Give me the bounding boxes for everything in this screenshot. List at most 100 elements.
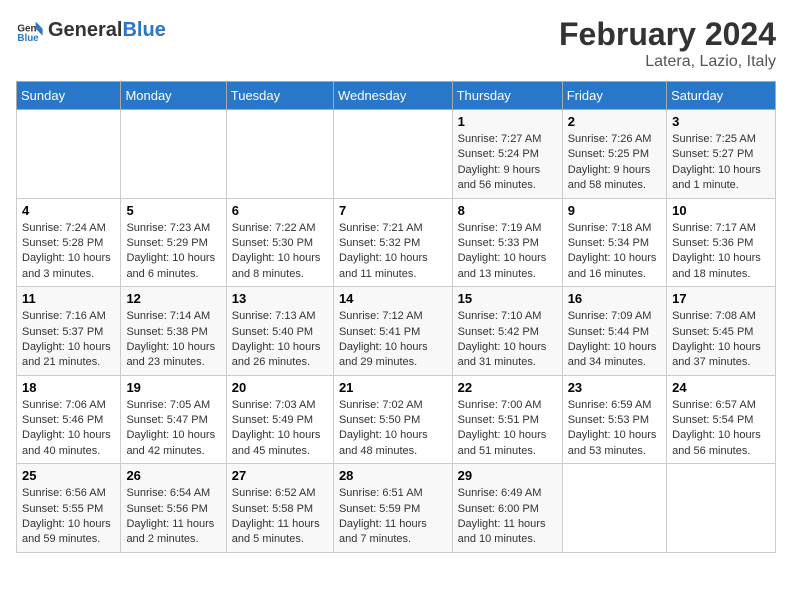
subtitle: Latera, Lazio, Italy xyxy=(559,53,776,71)
calendar-cell: 20 Sunrise: 7:03 AM Sunset: 5:49 PM Dayli… xyxy=(226,375,333,464)
day-number: 11 xyxy=(22,291,115,306)
day-header-thursday: Thursday xyxy=(452,82,562,110)
day-header-tuesday: Tuesday xyxy=(226,82,333,110)
title-area: February 2024 Latera, Lazio, Italy xyxy=(559,16,776,71)
calendar-cell: 3Sunrise: 7:25 AM Sunset: 5:27 PM Daylig… xyxy=(667,110,776,199)
calendar-cell: 5 Sunrise: 7:23 AM Sunset: 5:29 PM Daylig… xyxy=(121,198,226,287)
calendar-cell: 11 Sunrise: 7:16 AM Sunset: 5:37 PM Dayli… xyxy=(17,287,121,376)
day-info: Sunrise: 7:22 AM Sunset: 5:30 PM Dayligh… xyxy=(232,221,328,283)
day-info: Sunrise: 7:26 AM Sunset: 5:25 PM Dayligh… xyxy=(568,132,661,194)
calendar-cell: 25 Sunrise: 6:56 AM Sunset: 5:55 PM Dayli… xyxy=(17,464,121,553)
day-info: Sunrise: 7:25 AM Sunset: 5:27 PM Dayligh… xyxy=(672,132,770,194)
week-row-4: 18 Sunrise: 7:06 AM Sunset: 5:46 PM Dayli… xyxy=(17,375,776,464)
calendar-cell: 8 Sunrise: 7:19 AM Sunset: 5:33 PM Daylig… xyxy=(452,198,562,287)
day-info: Sunrise: 7:21 AM Sunset: 5:32 PM Dayligh… xyxy=(339,221,447,283)
calendar-cell: 17Sunrise: 7:08 AM Sunset: 5:45 PM Dayli… xyxy=(667,287,776,376)
day-number: 19 xyxy=(126,380,220,395)
calendar-cell: 1Sunrise: 7:27 AM Sunset: 5:24 PM Daylig… xyxy=(452,110,562,199)
calendar-cell xyxy=(333,110,452,199)
calendar-cell xyxy=(667,464,776,553)
day-number: 12 xyxy=(126,291,220,306)
day-info: Sunrise: 6:59 AM Sunset: 5:53 PM Dayligh… xyxy=(568,398,661,460)
calendar-cell: 18 Sunrise: 7:06 AM Sunset: 5:46 PM Dayli… xyxy=(17,375,121,464)
day-info: Sunrise: 6:57 AM Sunset: 5:54 PM Dayligh… xyxy=(672,398,770,460)
day-header-saturday: Saturday xyxy=(667,82,776,110)
day-info: Sunrise: 7:12 AM Sunset: 5:41 PM Dayligh… xyxy=(339,309,447,371)
day-info: Sunrise: 7:19 AM Sunset: 5:33 PM Dayligh… xyxy=(458,221,557,283)
day-number: 18 xyxy=(22,380,115,395)
day-number: 22 xyxy=(458,380,557,395)
calendar-cell: 6 Sunrise: 7:22 AM Sunset: 5:30 PM Daylig… xyxy=(226,198,333,287)
day-number: 7 xyxy=(339,203,447,218)
day-number: 21 xyxy=(339,380,447,395)
day-number: 10 xyxy=(672,203,770,218)
day-header-friday: Friday xyxy=(562,82,666,110)
calendar-cell: 27 Sunrise: 6:52 AM Sunset: 5:58 PM Dayli… xyxy=(226,464,333,553)
day-number: 29 xyxy=(458,468,557,483)
calendar-cell: 12 Sunrise: 7:14 AM Sunset: 5:38 PM Dayli… xyxy=(121,287,226,376)
calendar-cell: 7 Sunrise: 7:21 AM Sunset: 5:32 PM Daylig… xyxy=(333,198,452,287)
day-number: 4 xyxy=(22,203,115,218)
day-info: Sunrise: 7:05 AM Sunset: 5:47 PM Dayligh… xyxy=(126,398,220,460)
calendar-cell xyxy=(562,464,666,553)
day-info: Sunrise: 6:51 AM Sunset: 5:59 PM Dayligh… xyxy=(339,486,447,548)
day-info: Sunrise: 7:24 AM Sunset: 5:28 PM Dayligh… xyxy=(22,221,115,283)
header-area: Gen Blue GeneralBlue February 2024 Later… xyxy=(16,16,776,71)
header-row: SundayMondayTuesdayWednesdayThursdayFrid… xyxy=(17,82,776,110)
day-number: 28 xyxy=(339,468,447,483)
calendar-cell: 2 Sunrise: 7:26 AM Sunset: 5:25 PM Daylig… xyxy=(562,110,666,199)
calendar-table: SundayMondayTuesdayWednesdayThursdayFrid… xyxy=(16,81,776,553)
day-number: 17 xyxy=(672,291,770,306)
calendar-cell: 29 Sunrise: 6:49 AM Sunset: 6:00 PM Dayli… xyxy=(452,464,562,553)
day-number: 8 xyxy=(458,203,557,218)
calendar-cell: 13Sunrise: 7:13 AM Sunset: 5:40 PM Dayli… xyxy=(226,287,333,376)
day-number: 2 xyxy=(568,114,661,129)
day-info: Sunrise: 7:06 AM Sunset: 5:46 PM Dayligh… xyxy=(22,398,115,460)
day-number: 5 xyxy=(126,203,220,218)
day-info: Sunrise: 7:10 AM Sunset: 5:42 PM Dayligh… xyxy=(458,309,557,371)
logo-icon: Gen Blue xyxy=(16,16,44,44)
week-row-2: 4 Sunrise: 7:24 AM Sunset: 5:28 PM Daylig… xyxy=(17,198,776,287)
day-number: 13 xyxy=(232,291,328,306)
day-header-monday: Monday xyxy=(121,82,226,110)
day-info: Sunrise: 7:00 AM Sunset: 5:51 PM Dayligh… xyxy=(458,398,557,460)
day-info: Sunrise: 6:52 AM Sunset: 5:58 PM Dayligh… xyxy=(232,486,328,548)
day-header-sunday: Sunday xyxy=(17,82,121,110)
calendar-cell xyxy=(226,110,333,199)
day-number: 16 xyxy=(568,291,661,306)
day-info: Sunrise: 7:23 AM Sunset: 5:29 PM Dayligh… xyxy=(126,221,220,283)
calendar-cell: 9 Sunrise: 7:18 AM Sunset: 5:34 PM Daylig… xyxy=(562,198,666,287)
day-number: 15 xyxy=(458,291,557,306)
calendar-cell: 24 Sunrise: 6:57 AM Sunset: 5:54 PM Dayli… xyxy=(667,375,776,464)
day-info: Sunrise: 6:49 AM Sunset: 6:00 PM Dayligh… xyxy=(458,486,557,548)
day-number: 20 xyxy=(232,380,328,395)
day-number: 6 xyxy=(232,203,328,218)
week-row-5: 25 Sunrise: 6:56 AM Sunset: 5:55 PM Dayli… xyxy=(17,464,776,553)
day-info: Sunrise: 7:18 AM Sunset: 5:34 PM Dayligh… xyxy=(568,221,661,283)
day-info: Sunrise: 7:14 AM Sunset: 5:38 PM Dayligh… xyxy=(126,309,220,371)
day-info: Sunrise: 7:09 AM Sunset: 5:44 PM Dayligh… xyxy=(568,309,661,371)
day-number: 25 xyxy=(22,468,115,483)
calendar-cell: 23 Sunrise: 6:59 AM Sunset: 5:53 PM Dayli… xyxy=(562,375,666,464)
day-number: 14 xyxy=(339,291,447,306)
day-info: Sunrise: 7:27 AM Sunset: 5:24 PM Dayligh… xyxy=(458,132,557,194)
calendar-cell: 22 Sunrise: 7:00 AM Sunset: 5:51 PM Dayli… xyxy=(452,375,562,464)
week-row-1: 1Sunrise: 7:27 AM Sunset: 5:24 PM Daylig… xyxy=(17,110,776,199)
calendar-cell: 14 Sunrise: 7:12 AM Sunset: 5:41 PM Dayli… xyxy=(333,287,452,376)
calendar-cell: 10Sunrise: 7:17 AM Sunset: 5:36 PM Dayli… xyxy=(667,198,776,287)
calendar-cell: 16 Sunrise: 7:09 AM Sunset: 5:44 PM Dayli… xyxy=(562,287,666,376)
day-number: 27 xyxy=(232,468,328,483)
calendar-cell: 26Sunrise: 6:54 AM Sunset: 5:56 PM Dayli… xyxy=(121,464,226,553)
logo-general-text: GeneralBlue xyxy=(48,19,166,42)
day-info: Sunrise: 7:16 AM Sunset: 5:37 PM Dayligh… xyxy=(22,309,115,371)
main-title: February 2024 xyxy=(559,16,776,53)
calendar-cell: 19 Sunrise: 7:05 AM Sunset: 5:47 PM Dayli… xyxy=(121,375,226,464)
day-info: Sunrise: 6:56 AM Sunset: 5:55 PM Dayligh… xyxy=(22,486,115,548)
day-number: 9 xyxy=(568,203,661,218)
calendar-cell: 4 Sunrise: 7:24 AM Sunset: 5:28 PM Daylig… xyxy=(17,198,121,287)
day-info: Sunrise: 7:03 AM Sunset: 5:49 PM Dayligh… xyxy=(232,398,328,460)
day-info: Sunrise: 7:02 AM Sunset: 5:50 PM Dayligh… xyxy=(339,398,447,460)
day-number: 23 xyxy=(568,380,661,395)
day-number: 24 xyxy=(672,380,770,395)
calendar-cell xyxy=(17,110,121,199)
